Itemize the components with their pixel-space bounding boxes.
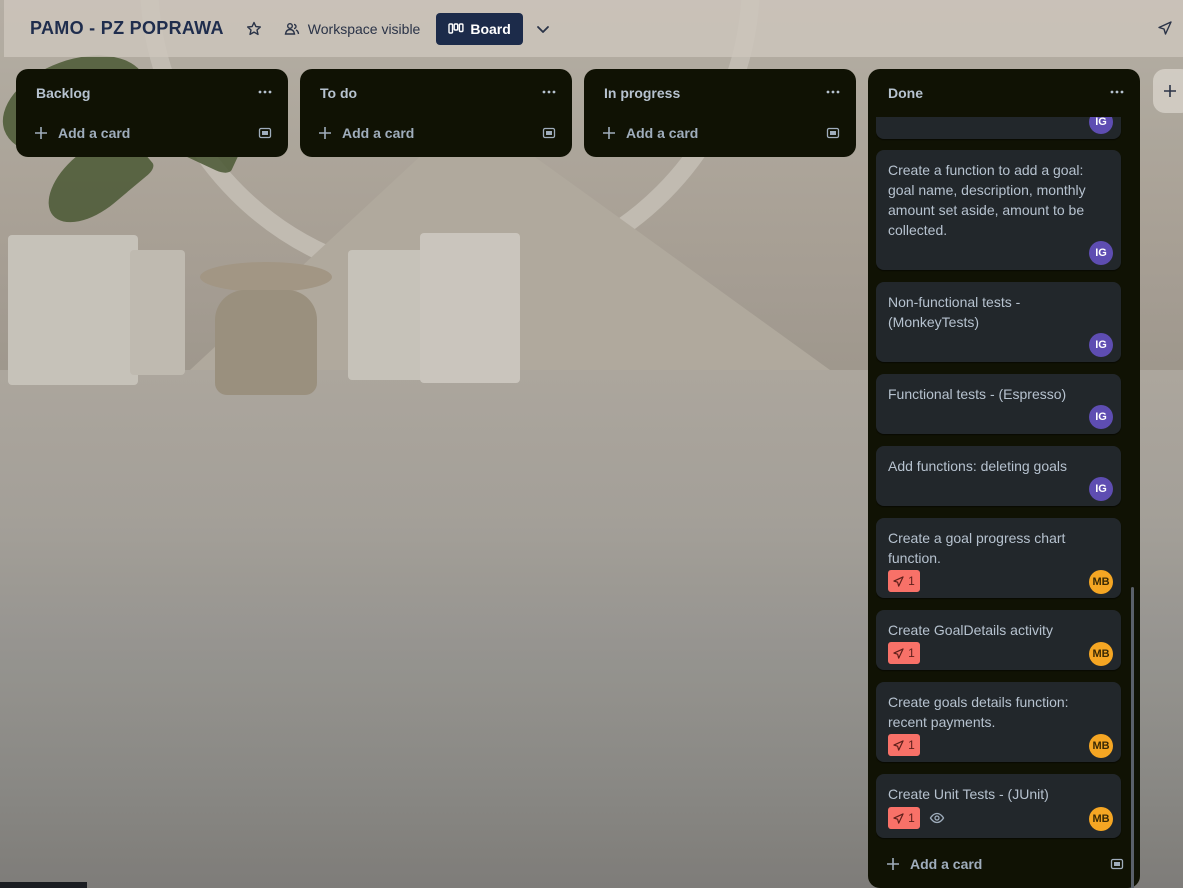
- card-template-icon[interactable]: [826, 126, 840, 140]
- list-to-do: To do Add a card: [300, 69, 572, 157]
- avatar[interactable]: MB: [1089, 570, 1113, 594]
- workspace-visible-icon: [284, 22, 299, 35]
- card-template-icon[interactable]: [258, 126, 272, 140]
- board-icon: [448, 22, 464, 34]
- workspace-visibility-button[interactable]: Workspace visible: [284, 20, 421, 37]
- pin-badge: 1: [888, 807, 920, 829]
- board-title[interactable]: PAMO - PZ POPRAWA: [30, 18, 224, 39]
- card-title: Create a goal progress chart function.: [888, 530, 1066, 566]
- card-title: Create goals details function: recent pa…: [888, 694, 1069, 730]
- list-in-progress: In progress Add a card: [584, 69, 856, 157]
- add-card-label: Add a card: [342, 125, 415, 141]
- card-template-icon[interactable]: [542, 126, 556, 140]
- chevron-down-icon[interactable]: [535, 21, 551, 37]
- badge-count: 1: [908, 811, 915, 825]
- add-card-button[interactable]: Add a card: [592, 117, 848, 149]
- pin-badge-icon: [893, 812, 904, 824]
- list-done: Done IG Create a function to add a goal:…: [868, 69, 1140, 888]
- more-options-icon[interactable]: [824, 83, 842, 101]
- card-title: Functional tests - (Espresso): [888, 386, 1067, 402]
- add-card-button[interactable]: Add a card: [876, 848, 1132, 880]
- pin-badge-icon: [893, 575, 904, 587]
- pin-badge: 1: [888, 734, 920, 756]
- card[interactable]: IG: [876, 117, 1121, 139]
- card-title: Create Unit Tests - (JUnit): [888, 786, 1049, 802]
- badge-count: 1: [908, 646, 915, 660]
- avatar[interactable]: IG: [1089, 333, 1113, 357]
- board-view-button[interactable]: Board: [436, 12, 523, 45]
- pin-badge: 1: [888, 642, 920, 664]
- card-title: Non-functional tests - (MonkeyTests): [888, 294, 1021, 330]
- more-options-icon[interactable]: [256, 83, 274, 101]
- star-icon[interactable]: [246, 20, 264, 38]
- plus-icon: [887, 858, 899, 870]
- plus-icon: [319, 127, 331, 139]
- card[interactable]: Non-functional tests - (MonkeyTests) IG: [876, 282, 1121, 362]
- more-options-icon[interactable]: [540, 83, 558, 101]
- card-title: Create GoalDetails activity: [888, 622, 1053, 638]
- list-header: Backlog: [16, 69, 288, 117]
- add-card-label: Add a card: [910, 856, 983, 872]
- pin-badge-icon: [893, 739, 904, 751]
- add-card-button[interactable]: Add a card: [308, 117, 564, 149]
- add-list-button[interactable]: [1153, 69, 1183, 113]
- card[interactable]: Functional tests - (Espresso) IG: [876, 374, 1121, 434]
- card[interactable]: Create Unit Tests - (JUnit) 1 MB: [876, 774, 1121, 838]
- list-header: In progress: [584, 69, 856, 117]
- card[interactable]: Add functions: deleting goals IG: [876, 446, 1121, 506]
- add-card-label: Add a card: [58, 125, 131, 141]
- pin-badge-icon: [893, 647, 904, 659]
- avatar[interactable]: IG: [1089, 117, 1113, 134]
- pin-badge: 1: [888, 570, 920, 592]
- card[interactable]: Create a goal progress chart function. 1…: [876, 518, 1121, 598]
- list-title[interactable]: To do: [320, 85, 357, 101]
- avatar[interactable]: MB: [1089, 807, 1113, 831]
- more-options-icon[interactable]: [1108, 83, 1126, 101]
- board-header: PAMO - PZ POPRAWA Workspace visible Boar…: [4, 0, 1183, 57]
- eye-icon: [929, 810, 945, 826]
- avatar[interactable]: IG: [1089, 405, 1113, 429]
- card[interactable]: Create goals details function: recent pa…: [876, 682, 1121, 762]
- card-list: IG Create a function to add a goal: goal…: [876, 117, 1126, 888]
- taskbar-fragment: [0, 882, 87, 888]
- badge-count: 1: [908, 738, 915, 752]
- list-title[interactable]: In progress: [604, 85, 680, 101]
- badge-count: 1: [908, 574, 915, 588]
- card-title: Add functions: deleting goals: [888, 458, 1068, 474]
- list-header: Done: [868, 69, 1140, 117]
- plus-icon: [1164, 85, 1176, 97]
- plus-icon: [603, 127, 615, 139]
- card[interactable]: Create GoalDetails activity 1 MB: [876, 610, 1121, 670]
- card-template-icon[interactable]: [1110, 857, 1124, 871]
- list-title[interactable]: Done: [888, 85, 923, 101]
- pin-icon[interactable]: [1157, 20, 1173, 36]
- list-title[interactable]: Backlog: [36, 85, 90, 101]
- add-card-label: Add a card: [626, 125, 699, 141]
- avatar[interactable]: MB: [1089, 734, 1113, 758]
- board-view-label: Board: [470, 20, 511, 37]
- list-scrollbar[interactable]: [1131, 587, 1134, 888]
- card-title: Create a function to add a goal: goal na…: [888, 162, 1086, 238]
- card[interactable]: Create a function to add a goal: goal na…: [876, 150, 1121, 270]
- avatar[interactable]: IG: [1089, 241, 1113, 265]
- list-header: To do: [300, 69, 572, 117]
- avatar[interactable]: MB: [1089, 642, 1113, 666]
- workspace-visibility-label: Workspace visible: [307, 20, 421, 37]
- add-card-button[interactable]: Add a card: [24, 117, 280, 149]
- plus-icon: [35, 127, 47, 139]
- avatar[interactable]: IG: [1089, 477, 1113, 501]
- list-backlog: Backlog Add a card: [16, 69, 288, 157]
